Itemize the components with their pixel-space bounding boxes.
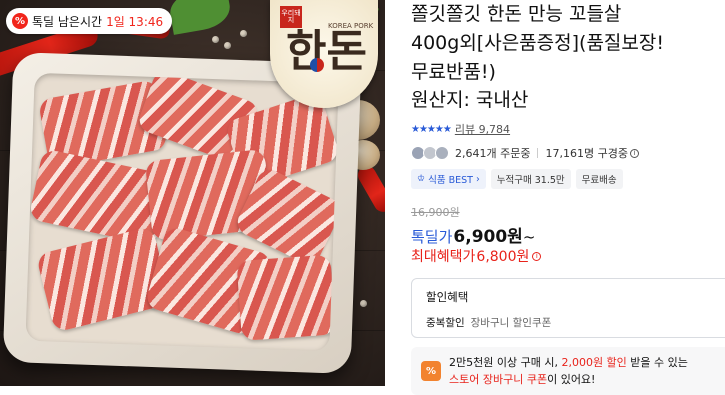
deal-price-row: 톡딜가 6,900원 ~ <box>411 222 535 247</box>
tag-free-shipping: 무료배송 <box>575 169 623 189</box>
coupon-percent-icon: % <box>421 361 441 381</box>
tag-label: 식품 BEST <box>428 175 473 186</box>
crown-icon: ♔ <box>417 174 426 184</box>
discount-description: 장바구니 할인쿠폰 <box>470 317 552 329</box>
logo-stamp: 우리돼지 <box>280 6 302 28</box>
deal-price-suffix: ~ <box>522 228 536 246</box>
coupon-line-2: 스토어 장바구니 쿠폰이 있어요! <box>449 371 688 388</box>
rating-row: ★★★★★ 리뷰 9,784 <box>411 121 510 137</box>
peppercorn <box>212 36 219 43</box>
review-count-link[interactable]: 리뷰 9,784 <box>455 121 510 137</box>
info-icon[interactable]: i <box>532 251 542 261</box>
herb-leaf <box>166 0 234 35</box>
deal-timer-label: 톡딜 남은시간 <box>32 14 103 29</box>
max-benefit-price: 6,800원 <box>476 249 530 265</box>
cart-coupon-banner[interactable]: % 2만5천원 이상 구매 시, 2,000원 할인 받을 수 있는 스토어 장… <box>411 347 725 395</box>
stats-row: 2,641개 주문중 17,161명 구경중 i <box>411 145 639 161</box>
discount-benefits-box: 할인혜택 중복할인 장바구니 할인쿠폰 <box>411 278 725 338</box>
divider <box>537 148 539 158</box>
taegeuk-mark <box>310 58 324 72</box>
discount-kind: 중복할인 <box>426 317 465 329</box>
peppercorn <box>240 30 247 37</box>
avatar <box>435 146 449 160</box>
product-origin: 원산지: 국내산 <box>411 89 529 111</box>
orders-count: 2,641개 주문중 <box>455 147 531 160</box>
deal-timer-badge: % 톡딜 남은시간 1일 13:46 <box>6 8 173 34</box>
red-chili <box>354 162 385 216</box>
tag-row: ♔ 식품 BEST › 누적구매 31.5만 무료배송 <box>411 169 623 189</box>
tag-label: 무료배송 <box>581 175 617 186</box>
coupon-highlight: 스토어 장바구니 쿠폰 <box>449 373 548 386</box>
coupon-text: 2만5천원 이상 구매 시, <box>449 356 562 369</box>
star-rating-icon: ★★★★★ <box>411 123 452 135</box>
discount-item: 중복할인 장바구니 할인쿠폰 <box>426 315 551 330</box>
coupon-line-1: 2만5천원 이상 구매 시, 2,000원 할인 받을 수 있는 <box>449 354 688 371</box>
logo-wordmark: 한돈 <box>286 26 367 77</box>
pork-slice <box>236 254 336 341</box>
brand-logo: 우리돼지 KOREA PORK 한돈 <box>270 0 378 108</box>
deal-timer-time: 1일 13:46 <box>106 14 164 29</box>
tag-label: 누적구매 31.5만 <box>496 175 565 186</box>
max-benefit-label: 최대혜택가 <box>411 249 476 265</box>
max-benefit-row: 최대혜택가 6,800원 i <box>411 246 542 266</box>
coupon-text: 이 있어요! <box>547 373 596 386</box>
peppercorn <box>224 42 231 49</box>
coupon-text: 받을 수 있는 <box>626 356 688 369</box>
plate-well <box>25 72 339 352</box>
tag-cumulative-purchases: 누적구매 31.5만 <box>490 169 571 189</box>
product-info-panel: 쫄깃쫄깃 한돈 만능 꼬들살 400g외[사은품증정](품질보장! 무료반품!)… <box>411 0 725 395</box>
product-title: 쫄깃쫄깃 한돈 만능 꼬들살 400g외[사은품증정](품질보장! 무료반품!) <box>411 3 664 83</box>
chevron-right-icon: › <box>475 173 480 185</box>
buyer-avatars <box>411 145 451 161</box>
coupon-message: 2만5천원 이상 구매 시, 2,000원 할인 받을 수 있는 스토어 장바구… <box>449 354 688 388</box>
peppercorn <box>360 300 367 307</box>
deal-price: 6,900원 <box>453 227 523 247</box>
info-icon[interactable]: i <box>629 148 639 158</box>
percent-icon: % <box>12 13 28 29</box>
deal-price-label: 톡딜가 <box>411 228 453 246</box>
coupon-highlight: 2,000원 할인 <box>561 356 627 369</box>
viewers-count: 17,161명 구경중 <box>545 147 628 160</box>
discount-title: 할인혜택 <box>426 290 469 304</box>
tag-food-best[interactable]: ♔ 식품 BEST › <box>411 169 486 189</box>
product-image[interactable]: 우리돼지 KOREA PORK 한돈 % 톡딜 남은시간 1일 13:46 <box>0 0 385 386</box>
original-price: 16,900원 <box>411 206 460 219</box>
